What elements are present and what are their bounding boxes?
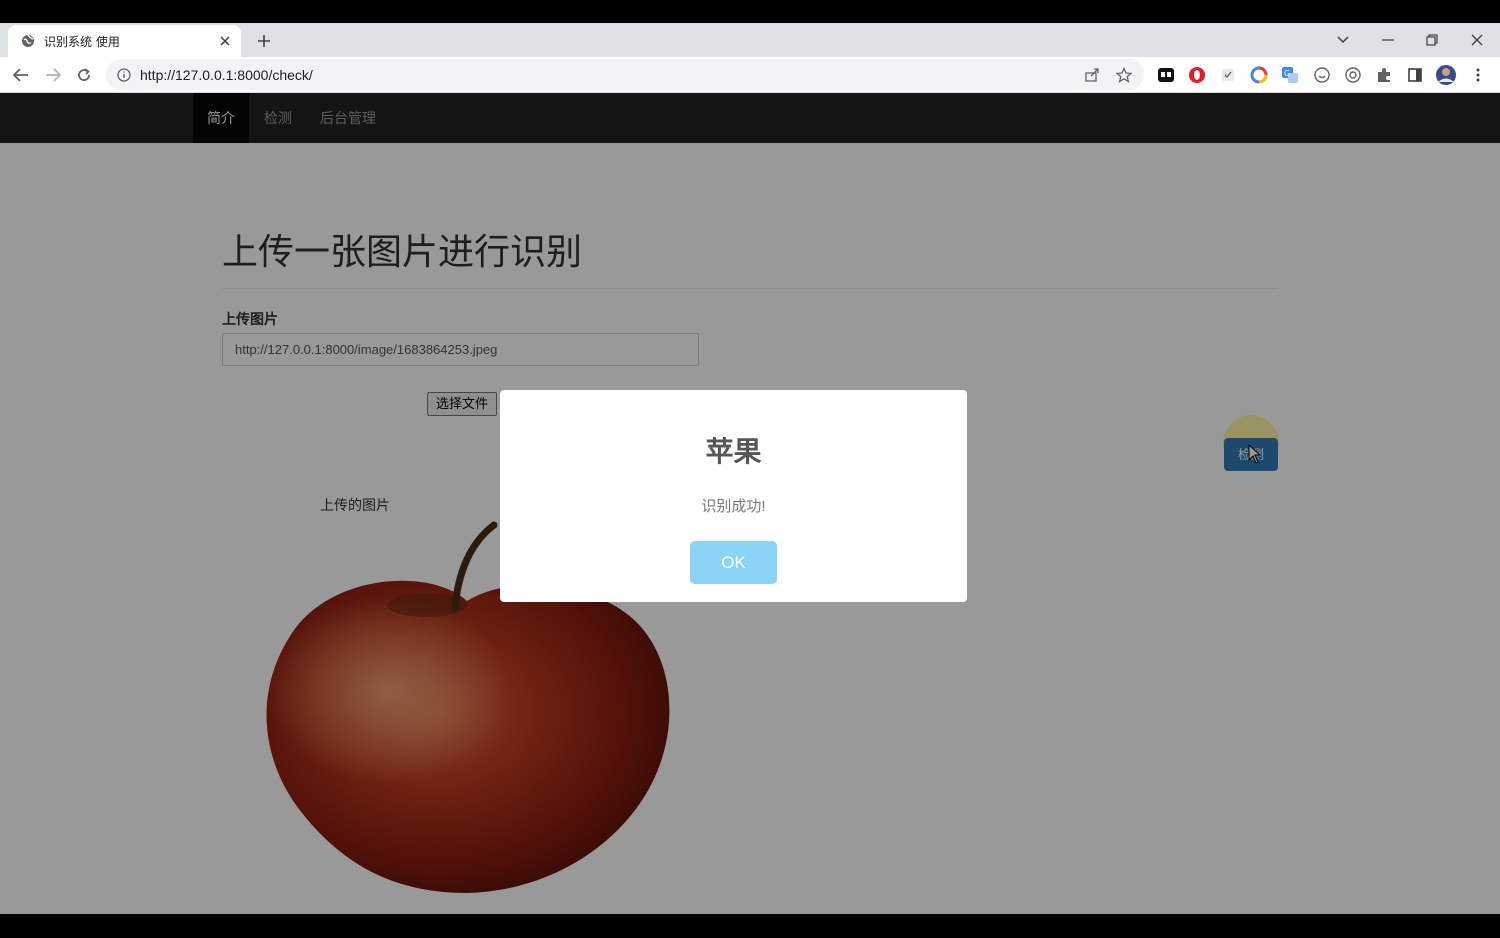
new-tab-button[interactable] (252, 29, 276, 53)
gear-extension-icon[interactable] (1341, 63, 1365, 87)
browser-toolbar: http://127.0.0.1:8000/check/ G (0, 57, 1500, 93)
minimize-icon[interactable] (1374, 27, 1402, 53)
result-dialog: 苹果 识别成功! OK (500, 390, 967, 602)
tab-search-icon[interactable] (1329, 27, 1357, 53)
window-titlebar (0, 0, 1500, 23)
back-arrow-icon[interactable] (8, 62, 34, 88)
bookmark-star-icon[interactable] (1112, 63, 1136, 87)
check-extension-icon[interactable] (1216, 63, 1240, 87)
close-window-icon[interactable] (1463, 27, 1491, 53)
page-viewport: 简介 检测 后台管理 上传一张图片进行识别 上传图片 http://127.0.… (0, 93, 1500, 914)
reload-icon[interactable] (71, 62, 97, 88)
result-title: 苹果 (705, 436, 762, 467)
extension-icon[interactable] (1154, 63, 1178, 87)
translate-icon[interactable]: G (1278, 63, 1302, 87)
tab-strip: 识别系统 使用 (0, 23, 1500, 57)
smile-extension-icon[interactable] (1310, 63, 1334, 87)
colorful-ring-icon[interactable] (1247, 63, 1271, 87)
forward-arrow-icon[interactable] (40, 62, 66, 88)
browser-tab[interactable]: 识别系统 使用 (8, 25, 241, 57)
address-bar[interactable]: http://127.0.0.1:8000/check/ (106, 59, 1144, 90)
side-panel-icon[interactable] (1403, 63, 1427, 87)
svg-text:G: G (1284, 69, 1290, 78)
opera-icon[interactable] (1185, 63, 1209, 87)
screen-bottom-bar (0, 914, 1500, 938)
close-tab-icon[interactable] (215, 31, 235, 51)
globe-icon (20, 33, 36, 49)
puzzle-icon[interactable] (1372, 63, 1396, 87)
restore-icon[interactable] (1418, 27, 1446, 53)
share-icon[interactable] (1080, 63, 1104, 87)
url-text: http://127.0.0.1:8000/check/ (140, 66, 313, 83)
kebab-menu-icon[interactable] (1466, 63, 1490, 87)
result-message: 识别成功! (701, 498, 766, 515)
tab-title: 识别系统 使用 (44, 34, 120, 49)
ok-button[interactable]: OK (690, 541, 777, 584)
profile-avatar[interactable] (1434, 63, 1458, 87)
site-info-icon[interactable] (116, 67, 132, 83)
